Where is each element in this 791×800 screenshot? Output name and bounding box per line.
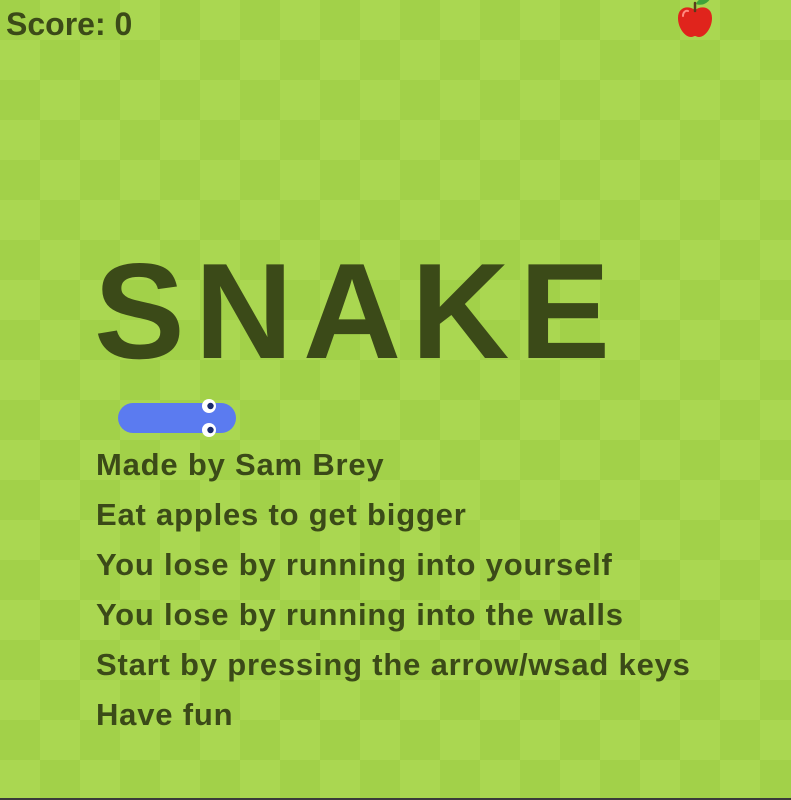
instruction-start: Start by pressing the arrow/wsad keys	[96, 647, 691, 682]
snake	[118, 399, 236, 437]
instruction-credit: Made by Sam Brey	[96, 447, 385, 482]
instruction-lose-self: You lose by running into yourself	[96, 547, 613, 582]
game-title: SNAKE	[94, 235, 621, 387]
score-display: Score: 0	[6, 6, 133, 42]
game-board[interactable]: Score: 0 SNAKE Made by Sam Brey Eat appl…	[0, 0, 791, 800]
instruction-lose-walls: You lose by running into the walls	[96, 597, 624, 632]
snake-eye-top	[202, 399, 216, 413]
instruction-eat-apples: Eat apples to get bigger	[96, 497, 467, 532]
instructions-list: Made by Sam Brey Eat apples to get bigge…	[96, 440, 691, 740]
instruction-have-fun: Have fun	[96, 697, 234, 732]
apple-icon	[678, 0, 712, 37]
snake-eye-bottom	[202, 423, 216, 437]
